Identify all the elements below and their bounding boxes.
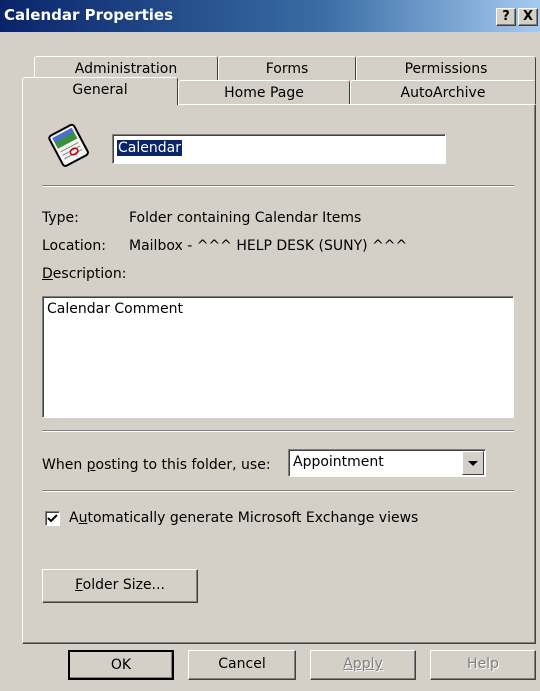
description-label: Description:	[42, 266, 126, 282]
posting-label-post: osting to this folder, use:	[95, 457, 271, 473]
folder-size-rest: older Size...	[82, 577, 165, 593]
tab-label: General	[72, 82, 128, 98]
tab-label: Administration	[74, 61, 178, 77]
separator	[42, 490, 514, 492]
tab-home-page[interactable]: Home Page	[178, 80, 350, 106]
tab-permissions[interactable]: Permissions	[356, 56, 536, 82]
folder-size-mnemonic: F	[75, 577, 83, 593]
posting-label: When posting to this folder, use:	[42, 457, 271, 473]
auto-views-pre: A	[69, 510, 79, 526]
description-label-mnemonic: D	[42, 266, 53, 282]
posting-label-pre: When	[42, 457, 87, 473]
chevron-down-icon[interactable]	[462, 451, 484, 475]
folder-size-button[interactable]: Folder Size...	[42, 569, 198, 603]
title-bar[interactable]: Calendar Properties ? X	[0, 0, 540, 32]
folder-name-field[interactable]: Calendar	[112, 134, 446, 164]
description-label-rest: escription:	[52, 266, 127, 282]
apply-button[interactable]: Apply	[310, 650, 416, 680]
help-button[interactable]: Help	[430, 650, 536, 680]
tab-label: AutoArchive	[400, 85, 486, 101]
checkmark-icon	[47, 514, 58, 523]
posting-form-select[interactable]: Appointment	[288, 449, 486, 477]
ok-label: OK	[110, 657, 132, 673]
posting-label-mnemonic: p	[86, 457, 96, 473]
cancel-label: Cancel	[218, 656, 266, 672]
help-icon[interactable]: ?	[496, 8, 516, 26]
type-label: Type:	[42, 210, 79, 226]
tab-label: Home Page	[224, 85, 304, 101]
posting-selected-value: Appointment	[293, 454, 384, 470]
tab-autoarchive[interactable]: AutoArchive	[350, 80, 536, 106]
apply-label: Apply	[343, 656, 383, 672]
description-textarea[interactable]: Calendar Comment	[42, 296, 514, 418]
location-label: Location:	[42, 238, 106, 254]
window-title: Calendar Properties	[4, 6, 174, 24]
ok-button[interactable]: OK	[68, 650, 174, 680]
tab-forms[interactable]: Forms	[218, 56, 356, 82]
auto-views-post: tomatically generate Microsoft Exchange …	[87, 510, 419, 526]
cancel-button[interactable]: Cancel	[188, 650, 296, 680]
calendar-folder-icon	[44, 120, 94, 168]
location-value: Mailbox - ^^^ HELP DESK (SUNY) ^^^	[129, 238, 408, 254]
auto-views-checkbox[interactable]	[45, 511, 60, 526]
separator	[42, 430, 514, 432]
description-value: Calendar Comment	[47, 301, 183, 317]
help-label: Help	[467, 656, 499, 672]
close-icon[interactable]: X	[518, 8, 538, 26]
type-value: Folder containing Calendar Items	[129, 210, 362, 226]
tab-label: Permissions	[404, 61, 488, 77]
tab-general[interactable]: General	[22, 77, 178, 105]
separator	[42, 185, 514, 187]
folder-name-value: Calendar	[117, 140, 182, 156]
auto-views-label: Automatically generate Microsoft Exchang…	[69, 510, 418, 526]
tab-label: Forms	[265, 61, 309, 77]
